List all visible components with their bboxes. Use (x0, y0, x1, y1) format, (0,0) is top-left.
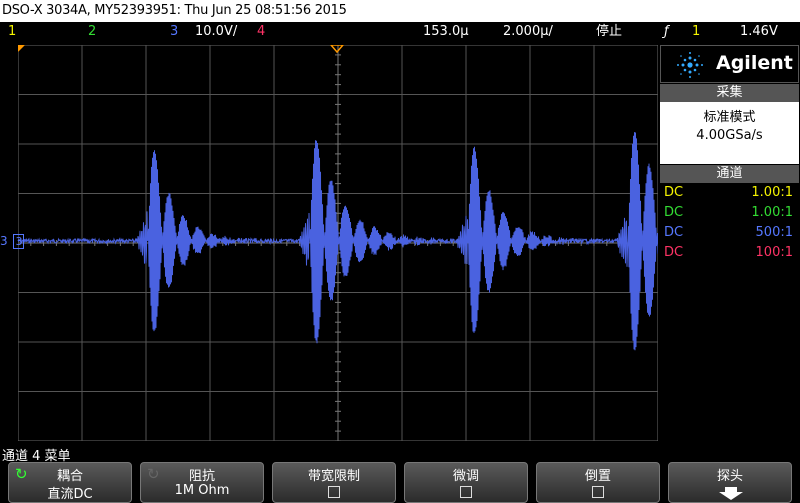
status-bar: 1 2 3 10.0V/ 4 153.0µ 2.000µ/ 停止 ƒ 1 1.4… (0, 22, 800, 42)
time-offset: 153.0µ (423, 24, 469, 39)
channel-row-4[interactable]: DC 100:1 (660, 243, 799, 263)
coupling-softkey[interactable]: ↻ 耦合 直流DC (8, 462, 132, 503)
bw-limit-checkbox[interactable] (328, 486, 340, 498)
channels-header: 通道 (660, 165, 799, 183)
fine-label: 微调 (452, 469, 479, 484)
channel-3-indicator[interactable]: 3 (170, 22, 178, 42)
brand-logo-box: Agilent (660, 45, 799, 83)
channel-row-2[interactable]: DC 1.00:1 (660, 203, 799, 223)
channel-2-coupling: DC (664, 205, 684, 220)
softkey-bar: ↻ 耦合 直流DC ↻ 阻抗 1M Ohm 带宽限制 微调 倒置 探头 (0, 462, 800, 503)
fine-softkey[interactable]: 微调 (404, 462, 528, 503)
acquire-info: 标准模式 4.00GSa/s (660, 102, 799, 164)
bw-limit-softkey[interactable]: 带宽限制 (272, 462, 396, 503)
impedance-softkey[interactable]: ↻ 阻抗 1M Ohm (140, 462, 264, 503)
invert-checkbox[interactable] (592, 486, 604, 498)
channel-3-scale: 10.0V/ (195, 24, 238, 39)
channel-1-indicator[interactable]: 1 (8, 22, 16, 42)
channel-row-1[interactable]: DC 1.00:1 (660, 183, 799, 203)
impedance-label: 阻抗 (188, 469, 215, 484)
acquire-rate: 4.00GSa/s (696, 128, 763, 143)
channel-3-ratio: 500:1 (755, 225, 793, 240)
probe-softkey[interactable]: 探头 (668, 462, 792, 503)
impedance-value: 1M Ohm (174, 483, 230, 498)
channel-list: DC 1.00:1 DC 1.00:1 DC 500:1 DC 100:1 (660, 183, 799, 266)
invert-softkey[interactable]: 倒置 (536, 462, 660, 503)
channel-1-ratio: 1.00:1 (751, 185, 793, 200)
channel-2-ratio: 1.00:1 (751, 205, 793, 220)
coupling-label: 耦合 (56, 469, 83, 484)
trigger-level: 1.46V (740, 24, 778, 39)
submenu-arrow-down-icon (719, 487, 743, 500)
window-title: DSO-X 3034A, MY52393951: Thu Jun 25 08:5… (2, 3, 347, 18)
channel-1-coupling: DC (664, 185, 684, 200)
channel-row-3[interactable]: DC 500:1 (660, 223, 799, 243)
channel-4-coupling: DC (664, 245, 684, 260)
channel-4-ratio: 100:1 (755, 245, 793, 260)
invert-label: 倒置 (584, 469, 611, 484)
brand-name: Agilent (716, 52, 793, 74)
channel-4-indicator[interactable]: 4 (257, 22, 265, 42)
trigger-edge-icon: ƒ (664, 24, 669, 39)
acquire-mode: 标准模式 (703, 110, 756, 125)
bw-limit-label: 带宽限制 (307, 469, 360, 484)
fine-checkbox[interactable] (460, 486, 472, 498)
agilent-spark-icon (677, 52, 703, 78)
channel-2-indicator[interactable]: 2 (88, 22, 96, 42)
side-panel: Agilent 采集 标准模式 4.00GSa/s 通道 DC 1.00:1 D… (660, 45, 800, 445)
title-bar: DSO-X 3034A, MY52393951: Thu Jun 25 08:5… (0, 0, 800, 22)
channel-3-coupling: DC (664, 225, 684, 240)
time-per-div: 2.000µ/ (503, 24, 553, 39)
acquire-header: 采集 (660, 84, 799, 102)
channel-3-ground-marker[interactable]: 3 3 (0, 234, 25, 249)
ground-marker-label-right: 3 (13, 234, 25, 249)
waveform-display[interactable] (18, 45, 658, 441)
ground-marker-label: 3 (0, 234, 8, 248)
coupling-value: 直流DC (47, 487, 93, 502)
probe-label: 探头 (716, 469, 743, 484)
run-state: 停止 (596, 24, 623, 39)
trigger-channel: 1 (692, 24, 701, 39)
